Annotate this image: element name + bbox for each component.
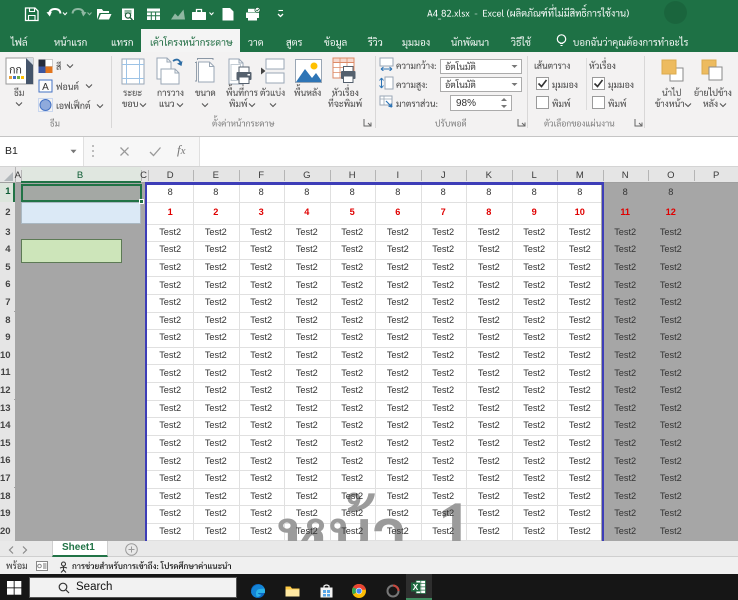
svg-text:X: X: [413, 582, 419, 592]
svg-text:A: A: [42, 82, 49, 93]
